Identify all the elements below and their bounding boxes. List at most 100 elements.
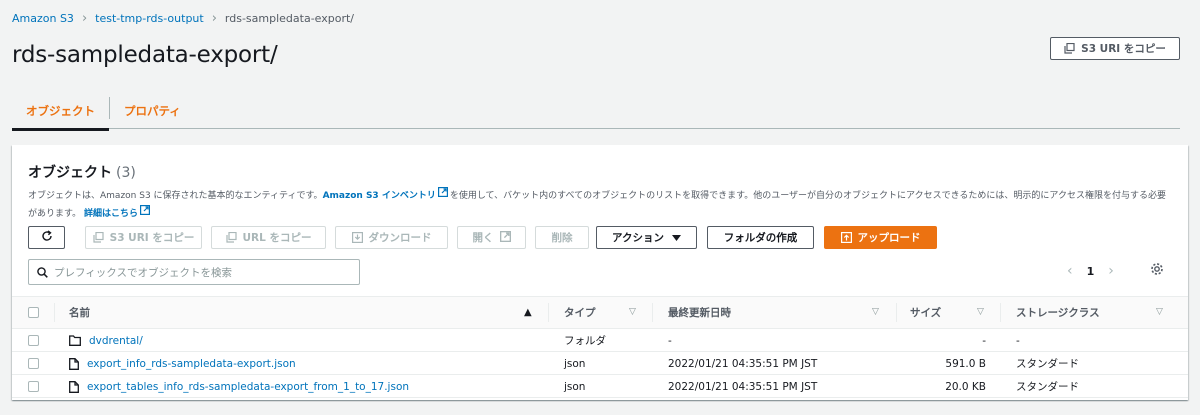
file-icon [69,357,79,370]
page-number[interactable]: 1 [1087,265,1095,278]
breadcrumb-current: rds-sampledata-export/ [224,11,355,25]
copy-url-button[interactable]: URL をコピー [211,226,326,249]
column-divider [652,303,653,322]
upload-label: アップロード [857,232,921,244]
copy-s3-uri-toolbar-label: S3 URI をコピー [109,232,195,244]
table-row[interactable]: dvdrental/ フォルダ - - - [12,329,1188,352]
search-input[interactable]: プレフィックスでオブジェクトを検索 [28,259,360,285]
copy-icon [93,232,104,243]
upload-icon [840,232,852,243]
delete-label: 削除 [551,232,573,244]
sort-icon[interactable]: ▽ [977,307,984,317]
sort-ascending-icon[interactable]: ▲ [524,307,532,318]
copy-icon [225,232,237,243]
object-modified: - [668,334,672,347]
download-icon [351,232,363,243]
sort-icon[interactable]: ▽ [872,307,879,317]
object-count: (3) [116,165,136,181]
pagination: ‹ 1 › [1067,263,1114,279]
page-title: rds-sampledata-export/ [12,42,278,68]
object-name: dvdrental/ [89,334,143,347]
object-storage-class: スタンダード [1016,358,1079,370]
table-header: 名前 ▲ タイプ ▽ 最終更新日時 ▽ サイズ ▽ ストレージクラス ▽ [12,296,1188,329]
chevron-right-icon[interactable]: › [1108,263,1114,279]
chevron-right-icon: › [211,10,217,26]
column-divider [1000,303,1001,322]
folder-icon [69,335,81,346]
create-folder-button[interactable]: フォルダの作成 [707,226,814,249]
gear-icon[interactable] [1150,261,1164,280]
object-storage-class: - [1016,334,1020,347]
chevron-left-icon[interactable]: ‹ [1067,263,1073,279]
row-checkbox[interactable] [28,329,39,352]
external-link-icon [437,187,448,204]
object-name: export_info_rds-sampledata-export.json [87,357,296,370]
actions-label: アクション [612,232,664,244]
caret-down-icon [671,232,681,244]
object-size: - [982,334,986,347]
sort-icon[interactable]: ▽ [1156,307,1163,317]
copy-url-label: URL をコピー [242,232,312,244]
object-type: フォルダ [564,335,606,347]
copy-s3-uri-button[interactable]: S3 URI をコピー [1050,37,1180,60]
tab-properties[interactable]: プロパティ [124,92,181,129]
tab-bar: オブジェクト プロパティ [12,92,1180,131]
tab-objects[interactable]: オブジェクト [12,92,109,131]
chevron-right-icon: › [81,10,88,26]
column-header-size[interactable]: サイズ [910,297,941,328]
tab-divider [109,97,110,119]
object-modified: 2022/01/21 04:35:51 PM JST [668,357,818,370]
sort-icon[interactable]: ▽ [629,307,636,317]
refresh-icon [41,230,53,245]
upload-button[interactable]: アップロード [824,226,937,249]
copy-s3-uri-label: S3 URI をコピー [1081,43,1166,55]
external-link-icon [499,230,511,245]
select-all-checkbox[interactable] [28,297,39,328]
copy-s3-uri-toolbar-button[interactable]: S3 URI をコピー [85,226,202,249]
row-checkbox[interactable] [28,352,39,375]
search-icon [37,266,48,278]
column-divider [54,303,55,322]
panel-title: オブジェクト (3) [28,162,136,182]
object-size: 20.0 KB [945,380,986,393]
column-header-type[interactable]: タイプ [564,297,596,328]
objects-toolbar: S3 URI をコピー URL をコピー ダウンロード 開く 削除 アクション … [28,226,1178,249]
objects-panel: オブジェクト (3) オブジェクトは、Amazon S3 に保存された基本的なエン… [12,145,1188,400]
refresh-button[interactable] [28,226,65,249]
object-name-link[interactable]: export_tables_info_rds-sampledata-export… [69,375,409,398]
column-divider [548,303,549,322]
file-icon [69,380,79,393]
desc-text-pre: オブジェクトは、Amazon S3 に保存された基本的なエンティティです。 [28,191,323,201]
object-size: 591.0 B [945,357,986,370]
object-name: export_tables_info_rds-sampledata-export… [87,380,410,393]
object-type: json [564,357,586,370]
breadcrumb-link-bucket[interactable]: test-tmp-rds-output [95,12,204,25]
breadcrumb-link-s3[interactable]: Amazon S3 [12,12,74,25]
actions-dropdown[interactable]: アクション [596,226,697,249]
inventory-link[interactable]: Amazon S3 インベントリ [323,191,436,201]
search-placeholder: プレフィックスでオブジェクトを検索 [54,266,232,279]
object-type: json [564,380,586,393]
breadcrumb: Amazon S3 › test-tmp-rds-output › rds-sa… [12,10,354,26]
copy-icon [1064,43,1075,54]
open-label: 開く [472,232,494,244]
column-header-storage-class[interactable]: ストレージクラス [1016,297,1100,328]
external-link-icon [140,205,151,222]
download-label: ダウンロード [368,232,432,244]
objects-table: 名前 ▲ タイプ ▽ 最終更新日時 ▽ サイズ ▽ ストレージクラス ▽ dvd… [12,296,1188,398]
create-folder-label: フォルダの作成 [723,232,798,244]
object-name-link[interactable]: export_info_rds-sampledata-export.json [69,352,296,375]
column-divider [896,303,897,322]
delete-button[interactable]: 削除 [535,226,589,249]
open-button[interactable]: 開く [457,226,526,249]
learn-more-link[interactable]: 詳細はこちら [84,209,138,219]
table-row[interactable]: export_tables_info_rds-sampledata-export… [12,375,1188,398]
panel-description: オブジェクトは、Amazon S3 に保存された基本的なエンティティです。Ama… [28,187,1168,223]
column-header-modified[interactable]: 最終更新日時 [668,297,731,328]
object-modified: 2022/01/21 04:35:51 PM JST [668,380,818,393]
column-header-name[interactable]: 名前 [69,297,90,328]
download-button[interactable]: ダウンロード [335,226,448,249]
object-name-link[interactable]: dvdrental/ [69,329,143,352]
row-checkbox[interactable] [28,375,39,398]
table-row[interactable]: export_info_rds-sampledata-export.json j… [12,352,1188,375]
